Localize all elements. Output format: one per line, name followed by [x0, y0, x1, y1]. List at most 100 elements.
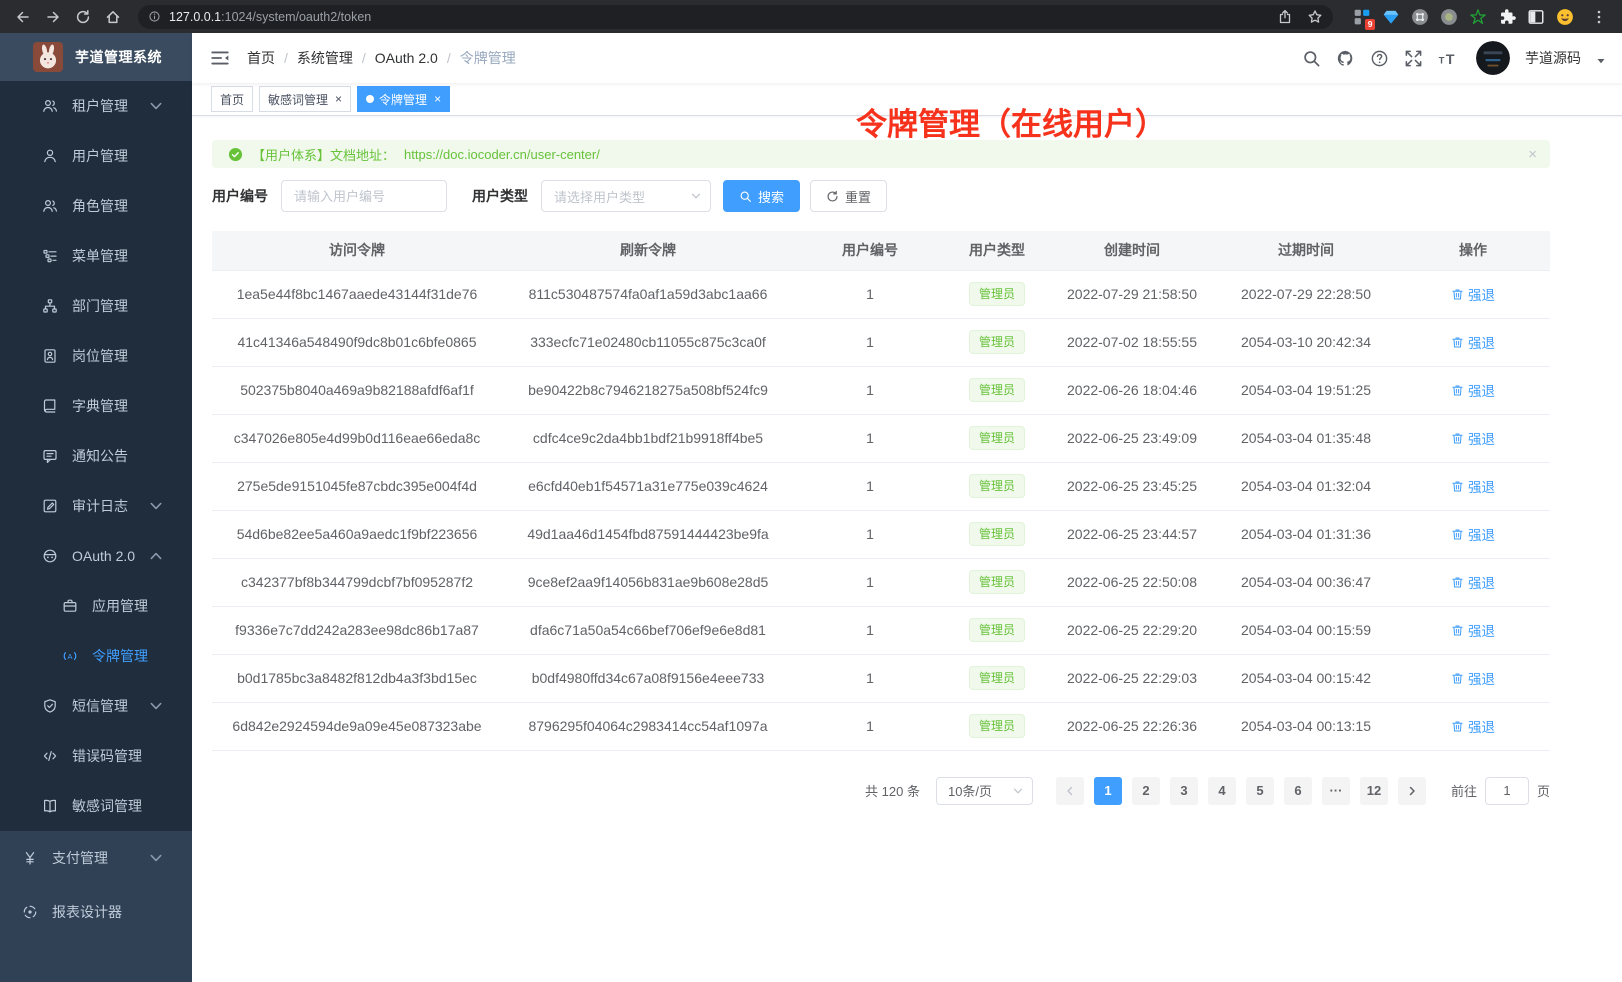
sidebar-item-sms-management[interactable]: 短信管理	[0, 681, 192, 731]
force-logout-button[interactable]: 强退	[1451, 476, 1495, 496]
action-cell: 强退	[1396, 606, 1550, 654]
app-logo[interactable]: 芋道管理系统	[0, 33, 192, 81]
table-row: 6d842e2924594de9a09e45e087323abe8796295f…	[212, 702, 1550, 750]
url-bar[interactable]: 127.0.0.1:1024/system/oauth2/token	[138, 5, 1333, 29]
token-icon: A	[62, 648, 78, 664]
force-logout-button[interactable]: 强退	[1451, 524, 1495, 544]
page-button-4[interactable]: 4	[1208, 777, 1236, 805]
sidebar-item-audit-log[interactable]: 审计日志	[0, 481, 192, 531]
error-code-icon	[42, 748, 58, 764]
page-button-2[interactable]: 2	[1132, 777, 1160, 805]
audit-log-icon	[42, 498, 58, 514]
home-button[interactable]	[100, 4, 126, 30]
trash-icon	[1451, 480, 1464, 493]
page-button-5[interactable]: 5	[1246, 777, 1274, 805]
pagination: 共 120 条 10条/页 123456···12 前往 页	[212, 777, 1550, 805]
alert-doc-link[interactable]: https://doc.iocoder.cn/user-center/	[404, 147, 600, 162]
prev-page-button[interactable]	[1056, 777, 1084, 805]
sidebar-item-token-management[interactable]: A令牌管理	[0, 631, 192, 681]
help-button[interactable]	[1370, 49, 1389, 68]
alert-text: 【用户体系】文档地址：	[252, 145, 395, 164]
force-logout-button[interactable]: 强退	[1451, 428, 1495, 448]
search-button[interactable]: 搜索	[723, 180, 800, 212]
sidebar-item-menu-management[interactable]: 菜单管理	[0, 231, 192, 281]
sidebar-item-payment-management[interactable]: 支付管理	[0, 831, 192, 885]
force-logout-button[interactable]: 强退	[1451, 284, 1495, 304]
user-type-badge: 管理员	[969, 378, 1025, 402]
extension-command-icon[interactable]	[1411, 8, 1429, 26]
tab-close-icon[interactable]: ×	[434, 93, 441, 105]
reload-button[interactable]	[70, 4, 96, 30]
access-token-cell: 502375b8040a469a9b82188afdf6af1f	[212, 366, 502, 414]
user-type-placeholder: 请选择用户类型	[554, 187, 645, 206]
forward-button[interactable]	[40, 4, 66, 30]
page-button-3[interactable]: 3	[1170, 777, 1198, 805]
svg-text:A: A	[67, 652, 72, 661]
extension-emoji-icon[interactable]	[1556, 8, 1574, 26]
sidebar-item-tenant-management[interactable]: 租户管理	[0, 81, 192, 131]
alert-close-icon[interactable]: ×	[1528, 146, 1537, 163]
sidebar-item-user-management[interactable]: 用户管理	[0, 131, 192, 181]
extension-puzzle-icon[interactable]	[1498, 8, 1516, 26]
user-type-cell: 管理员	[946, 606, 1048, 654]
fullscreen-button[interactable]	[1404, 49, 1423, 68]
page-button-···[interactable]: ···	[1322, 777, 1350, 805]
column-header: 刷新令牌	[502, 231, 794, 270]
extension-tab-split-icon[interactable]	[1527, 8, 1545, 26]
font-size-button[interactable]: TT	[1438, 49, 1457, 68]
tab-close-icon[interactable]: ×	[335, 93, 342, 105]
sidebar-item-sensitive-word-management[interactable]: 敏感词管理	[0, 781, 192, 831]
force-logout-button[interactable]: 强退	[1451, 716, 1495, 736]
star-button[interactable]	[1307, 9, 1323, 25]
column-header: 操作	[1396, 231, 1550, 270]
sidebar-item-role-management[interactable]: 角色管理	[0, 181, 192, 231]
goto-page-input[interactable]	[1485, 777, 1529, 805]
fullscreen-icon	[1404, 49, 1423, 68]
caret-down-icon[interactable]	[1596, 56, 1606, 66]
page-button-1[interactable]: 1	[1094, 777, 1122, 805]
force-logout-button[interactable]: 强退	[1451, 620, 1495, 640]
sidebar-item-app-management[interactable]: 应用管理	[0, 581, 192, 631]
browser-menu-button[interactable]	[1586, 4, 1612, 30]
sidebar-item-dict-management[interactable]: 字典管理	[0, 381, 192, 431]
trash-icon	[1451, 576, 1464, 589]
extension-recorder-icon[interactable]	[1440, 8, 1458, 26]
force-logout-label: 强退	[1468, 332, 1495, 352]
user-id-input[interactable]	[281, 180, 447, 212]
page-size-select[interactable]: 10条/页	[936, 777, 1033, 805]
tab-首页[interactable]: 首页	[211, 86, 253, 112]
extension-grid-apps-icon[interactable]: 9	[1353, 8, 1371, 26]
extension-star-green-icon[interactable]	[1469, 8, 1487, 26]
sidebar-item-notice-announcement[interactable]: 通知公告	[0, 431, 192, 481]
page-button-12[interactable]: 12	[1360, 777, 1388, 805]
sidebar-item-oauth2[interactable]: OAuth 2.0	[0, 531, 192, 581]
sidebar-collapse-icon[interactable]	[210, 48, 230, 68]
next-page-button[interactable]	[1398, 777, 1426, 805]
breadcrumb-item[interactable]: OAuth 2.0	[375, 50, 438, 66]
app-logo-image	[33, 42, 63, 72]
force-logout-button[interactable]: 强退	[1451, 668, 1495, 688]
user-type-badge: 管理员	[969, 522, 1025, 546]
chevron-up-icon	[148, 548, 164, 564]
extension-gem-icon[interactable]	[1382, 8, 1400, 26]
sidebar-item-post-management[interactable]: 岗位管理	[0, 331, 192, 381]
sidebar-item-report-designer[interactable]: 报表设计器	[0, 885, 192, 939]
reset-button[interactable]: 重置	[810, 180, 887, 212]
user-type-select[interactable]: 请选择用户类型	[541, 180, 711, 212]
share-button[interactable]	[1277, 9, 1293, 25]
force-logout-button[interactable]: 强退	[1451, 380, 1495, 400]
sidebar-item-error-code-management[interactable]: 错误码管理	[0, 731, 192, 781]
sidebar-item-dept-management[interactable]: 部门管理	[0, 281, 192, 331]
breadcrumb-item[interactable]: 系统管理	[297, 48, 353, 68]
breadcrumb-item[interactable]: 首页	[247, 48, 275, 68]
force-logout-button[interactable]: 强退	[1451, 332, 1495, 352]
page-button-6[interactable]: 6	[1284, 777, 1312, 805]
github-button[interactable]	[1336, 49, 1355, 68]
tab-令牌管理[interactable]: 令牌管理×	[357, 86, 450, 112]
action-cell: 强退	[1396, 366, 1550, 414]
avatar[interactable]	[1476, 41, 1510, 75]
force-logout-button[interactable]: 强退	[1451, 572, 1495, 592]
back-button[interactable]	[10, 4, 36, 30]
search-button[interactable]	[1302, 49, 1321, 68]
tab-敏感词管理[interactable]: 敏感词管理×	[259, 86, 351, 112]
